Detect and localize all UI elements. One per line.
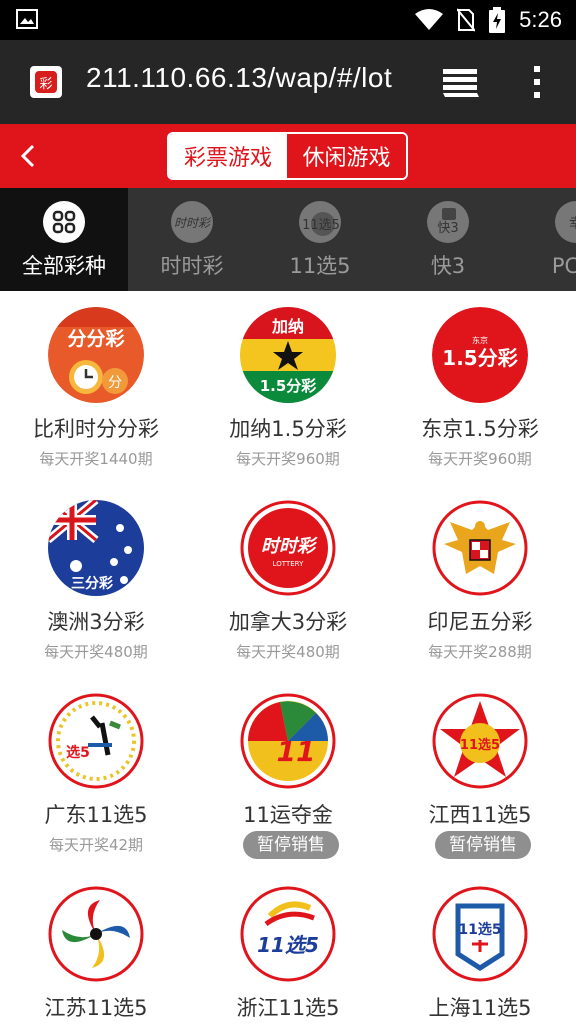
yunduojin-logo-icon: 11 (240, 693, 336, 789)
shishicai-icon: 时时彩 (171, 201, 213, 243)
11-choose-5-icon: 11选5 (299, 201, 341, 243)
garuda-logo-icon (432, 500, 528, 596)
category-label: 时时彩 (160, 254, 224, 278)
category-label: 快3 (430, 254, 466, 278)
status-bar: 5:26 (0, 0, 576, 40)
svg-text:幸: 幸 (569, 216, 576, 232)
sales-paused-badge: 暂停销售 (243, 831, 339, 859)
lottery-name: 浙江11选5 (236, 996, 340, 1020)
tabs-icon[interactable] (441, 66, 481, 100)
sales-paused-badge: 暂停销售 (435, 831, 531, 859)
lottery-name: 11运夺金 (243, 803, 333, 827)
shanghai-logo-icon: 11选5 (432, 886, 528, 982)
category-tab-11x5[interactable]: 11选5 11选5 (256, 188, 384, 291)
battery-charging-icon (489, 7, 506, 33)
svg-text:11选5: 11选5 (302, 218, 340, 233)
category-tab-shishicai[interactable]: 时时彩 时时彩 (128, 188, 256, 291)
clock-logo-icon: 分分彩 分 (48, 307, 144, 403)
lottery-name: 比利时分分彩 (33, 417, 159, 441)
tab-lottery-games[interactable]: 彩票游戏 (169, 134, 287, 178)
draw-frequency: 每天开奖42期 (48, 836, 144, 854)
browser-toolbar: 彩 211.110.66.13/wap/#/lot (0, 40, 576, 124)
lottery-name: 加拿大3分彩 (228, 610, 348, 634)
logo-text: 选5 (66, 744, 90, 761)
clock-time: 5:26 (519, 7, 562, 32)
tokyo-logo-icon: 1.5分彩 东京 (432, 307, 528, 403)
pc-egg-icon: 幸 (555, 201, 576, 243)
draw-frequency: 每天开奖1440期 (39, 450, 153, 468)
site-favicon-icon: 彩 (30, 66, 62, 98)
overflow-menu-icon[interactable] (532, 64, 542, 100)
australia-flag-logo-icon: 三分彩 (48, 500, 144, 596)
lottery-name: 上海11选5 (428, 996, 532, 1020)
lottery-name: 广东11选5 (44, 803, 148, 827)
category-label: 11选5 (289, 254, 351, 278)
category-tabs: 全部彩种 时时彩 时时彩 11选5 11选5 快3 快3 幸 PC蛋 (0, 188, 576, 291)
logo-text: 三分彩 (71, 575, 113, 592)
logo-text: 11选5 (458, 921, 501, 938)
logo-text: 1.5分彩 (442, 346, 517, 370)
chevron-left-icon[interactable] (16, 138, 40, 174)
category-label: PC蛋 (551, 254, 576, 278)
draw-frequency: 每天开奖480期 (236, 643, 340, 661)
jiangsu-pinwheel-logo-icon (48, 886, 144, 982)
kuai3-icon: 快3 (427, 201, 469, 243)
svg-text:分: 分 (108, 375, 122, 391)
tab-casual-games[interactable]: 休闲游戏 (287, 134, 406, 178)
shishicai-logo-icon: 时时彩 LOTTERY (240, 500, 336, 596)
game-type-switch: 彩票游戏 休闲游戏 (167, 132, 408, 180)
all-lottery-icon (43, 201, 85, 243)
lottery-name: 江苏11选5 (44, 996, 148, 1020)
ghana-flag-logo-icon: 加纳 1.5分彩 (240, 307, 336, 403)
favicon-glyph: 彩 (35, 71, 57, 93)
svg-text:东京: 东京 (472, 335, 488, 345)
lottery-name: 加纳1.5分彩 (229, 417, 347, 441)
category-tab-all[interactable]: 全部彩种 (0, 188, 128, 291)
logo-text: 分分彩 (67, 328, 124, 350)
lottery-name: 江西11选5 (428, 803, 532, 827)
draw-frequency: 每天开奖960期 (428, 450, 532, 468)
lottery-name: 印尼五分彩 (427, 610, 533, 634)
guangdong-logo-icon: 选5 (48, 693, 144, 789)
svg-text:LOTTERY: LOTTERY (273, 560, 304, 568)
category-tab-kuai3[interactable]: 快3 快3 (384, 188, 512, 291)
draw-frequency: 每天开奖480期 (44, 643, 148, 661)
svg-text:1.5分彩: 1.5分彩 (260, 377, 317, 395)
page-header: 彩票游戏 休闲游戏 (0, 124, 576, 188)
jiangxi-star-logo-icon: 11选5 (432, 693, 528, 789)
svg-text:加纳: 加纳 (271, 317, 304, 336)
category-tab-pc[interactable]: 幸 PC蛋 (512, 188, 576, 291)
address-bar[interactable]: 211.110.66.13/wap/#/lot (86, 62, 392, 94)
zhejiang-logo-icon: 11选5 (240, 886, 336, 982)
draw-frequency: 每天开奖960期 (236, 450, 340, 468)
logo-text: 11选5 (257, 933, 319, 957)
logo-text: 时时彩 (261, 536, 318, 557)
svg-text:时时彩: 时时彩 (174, 216, 212, 230)
image-icon (16, 9, 38, 29)
lottery-name: 东京1.5分彩 (421, 417, 539, 441)
svg-text:快3: 快3 (437, 221, 458, 236)
lottery-name: 澳洲3分彩 (47, 610, 145, 634)
category-label: 全部彩种 (22, 254, 106, 278)
no-sim-icon (457, 8, 476, 32)
logo-text: 11 (277, 735, 316, 768)
wifi-icon (415, 9, 444, 30)
draw-frequency: 每天开奖288期 (428, 643, 532, 661)
logo-text: 11选5 (460, 737, 500, 753)
